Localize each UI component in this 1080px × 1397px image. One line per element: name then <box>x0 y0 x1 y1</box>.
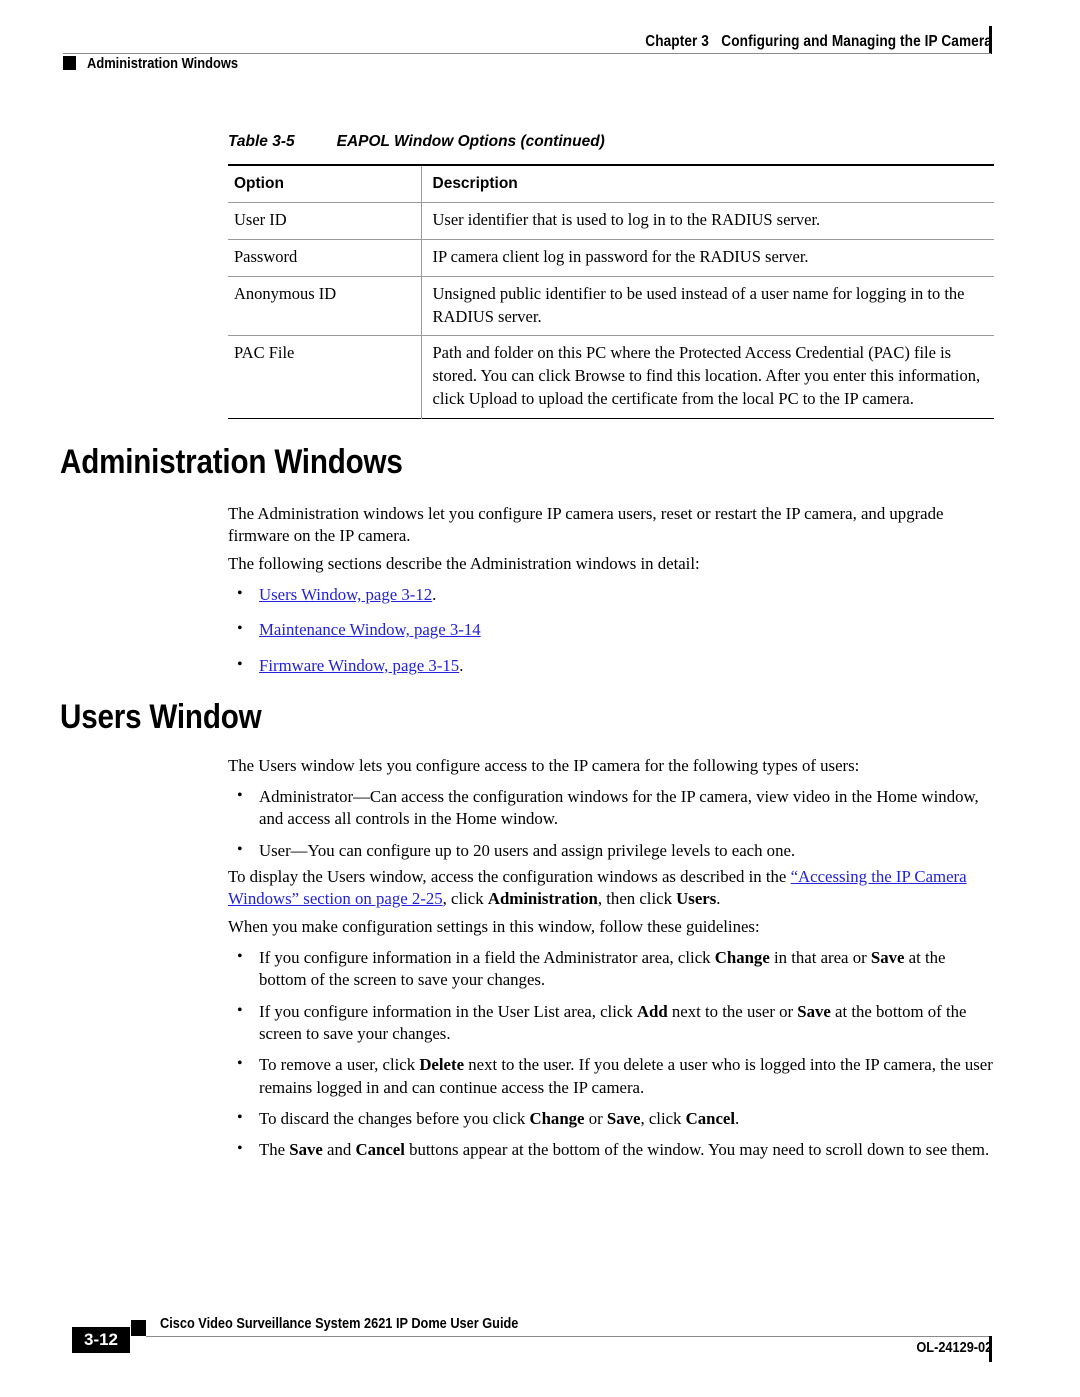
text-after-link-1: , click <box>442 889 488 909</box>
header-square-bullet-icon <box>63 56 76 70</box>
eapol-options-table: Option Description User ID User identifi… <box>228 164 994 419</box>
bold-term: Save <box>289 1140 323 1160</box>
guideline-text: If you configure information in a field … <box>259 948 945 989</box>
list-item[interactable]: Users Window, page 3-12. <box>228 583 996 606</box>
bold-term: Cancel <box>355 1140 405 1160</box>
text-before-link: To display the Users window, access the … <box>228 867 791 886</box>
bold-term: Save <box>870 948 905 967</box>
text-run: or <box>584 1108 607 1128</box>
text-run: If you configure information in a field … <box>259 948 715 967</box>
text-run: and <box>322 1140 356 1160</box>
table-cell-option: Password <box>234 247 298 267</box>
table-column-header-description: Description <box>420 165 994 203</box>
bold-term: Save <box>606 1108 641 1128</box>
header-chapter-label: Chapter 3 <box>645 33 710 50</box>
table-cell-description: User identifier that is used to log in t… <box>420 202 994 240</box>
users-intro-paragraph: The Users window lets you configure acce… <box>228 756 860 775</box>
text-run: , click <box>640 1108 686 1128</box>
footer-document-id: OL-24129-02 <box>916 1340 992 1356</box>
guideline-text: To discard the changes before you click … <box>259 1109 739 1128</box>
bold-term: Delete <box>419 1055 465 1075</box>
administration-leadin-paragraph: The following sections describe the Admi… <box>228 554 700 573</box>
link-trailing-punctuation: . <box>459 655 464 675</box>
footer-rule <box>146 1336 991 1337</box>
table-cell-option: Anonymous ID <box>234 283 337 303</box>
heading-administration-windows: Administration Windows <box>60 443 403 481</box>
table-cell-description: Path and folder on this PC where the Pro… <box>420 335 994 419</box>
footer-change-bar <box>989 1336 992 1362</box>
table-cell-option: User ID <box>234 210 287 230</box>
text-run: buttons appear at the bottom of the wind… <box>404 1140 990 1160</box>
table-row: PAC File Path and folder on this PC wher… <box>228 335 994 419</box>
list-item: The Save and Cancel buttons appear at th… <box>228 1138 996 1161</box>
link-trailing-punctuation: . <box>432 585 437 604</box>
list-item[interactable]: Maintenance Window, page 3-14 <box>228 618 996 641</box>
text-after-link-3: . <box>716 889 721 909</box>
table-row: Anonymous ID Unsigned public identifier … <box>228 276 994 336</box>
table-caption: Table 3-5 EAPOL Window Options (continued… <box>228 133 994 151</box>
text-run: To remove a user, click <box>259 1055 420 1075</box>
text-run: . <box>735 1108 740 1128</box>
text-run: next to the user or <box>667 1001 798 1021</box>
text-after-link-2: , then click <box>597 889 677 909</box>
link-firmware-window[interactable]: Firmware Window, page 3-15 <box>259 656 459 675</box>
bold-users: Users <box>676 889 717 909</box>
link-maintenance-window[interactable]: Maintenance Window, page 3-14 <box>259 620 481 639</box>
header-section-title: Administration Windows <box>87 55 239 72</box>
administration-links-list: Users Window, page 3-12. Maintenance Win… <box>228 583 996 677</box>
guideline-text: To remove a user, click Delete next to t… <box>259 1055 993 1096</box>
table-cell-description: IP camera client log in password for the… <box>420 239 994 277</box>
table-row: User ID User identifier that is used to … <box>228 202 994 240</box>
bold-administration: Administration <box>487 889 598 909</box>
header-chapter-title: Configuring and Managing the IP Camera <box>721 33 992 50</box>
header-chapter: Chapter 3 Configuring and Managing the IP… <box>645 33 992 51</box>
table-caption-label: Table 3-5 <box>228 133 295 150</box>
table-header-row: Option Description <box>228 165 994 203</box>
user-type-user: User—You can configure up to 20 users an… <box>259 840 796 860</box>
text-run: If you configure information in the User… <box>259 1001 637 1021</box>
guidelines-list: If you configure information in a field … <box>228 946 996 1162</box>
page-header: Chapter 3 Configuring and Managing the IP… <box>0 0 1080 86</box>
display-users-window-paragraph: To display the Users window, access the … <box>228 866 996 911</box>
table-cell-option: PAC File <box>234 343 295 363</box>
list-item: User—You can configure up to 20 users an… <box>228 839 996 862</box>
bold-term: Cancel <box>685 1108 736 1128</box>
heading-users-window: Users Window <box>60 698 262 736</box>
list-item: To remove a user, click Delete next to t… <box>228 1053 996 1099</box>
guidelines-leadin-paragraph: When you make configuration settings in … <box>228 917 760 936</box>
footer-guide-title: Cisco Video Surveillance System 2621 IP … <box>160 1316 519 1332</box>
eapol-options-table-block: Table 3-5 EAPOL Window Options (continued… <box>228 133 994 419</box>
table-column-header-option: Option <box>234 175 284 192</box>
guideline-text: The Save and Cancel buttons appear at th… <box>259 1140 989 1159</box>
table-caption-title: EAPOL Window Options (continued) <box>336 133 605 150</box>
list-item[interactable]: Firmware Window, page 3-15. <box>228 654 996 677</box>
list-item: Administrator—Can access the configurati… <box>228 785 996 831</box>
footer-square-bullet-icon <box>131 1320 146 1336</box>
text-run: To discard the changes before you click <box>259 1108 530 1128</box>
list-item: To discard the changes before you click … <box>228 1107 996 1130</box>
bold-term: Add <box>636 1001 668 1021</box>
list-item: If you configure information in a field … <box>228 946 996 992</box>
text-run: in that area or <box>769 948 871 967</box>
bold-term: Save <box>797 1001 831 1021</box>
footer-page-number: 3-12 <box>72 1327 130 1353</box>
text-run: The <box>259 1140 290 1160</box>
link-users-window[interactable]: Users Window, page 3-12 <box>259 585 432 604</box>
header-rule <box>63 53 991 54</box>
table-row: Password IP camera client log in passwor… <box>228 239 994 277</box>
user-type-administrator: Administrator—Can access the configurati… <box>259 787 979 829</box>
table-cell-description: Unsigned public identifier to be used in… <box>420 276 994 336</box>
administration-intro-paragraph: The Administration windows let you confi… <box>228 504 944 546</box>
guideline-text: If you configure information in the User… <box>259 1002 966 1043</box>
bold-term: Change <box>714 948 770 967</box>
bold-term: Change <box>529 1108 585 1128</box>
header-change-bar <box>989 26 992 54</box>
user-types-list: Administrator—Can access the configurati… <box>228 785 996 862</box>
list-item: If you configure information in the User… <box>228 1000 996 1046</box>
